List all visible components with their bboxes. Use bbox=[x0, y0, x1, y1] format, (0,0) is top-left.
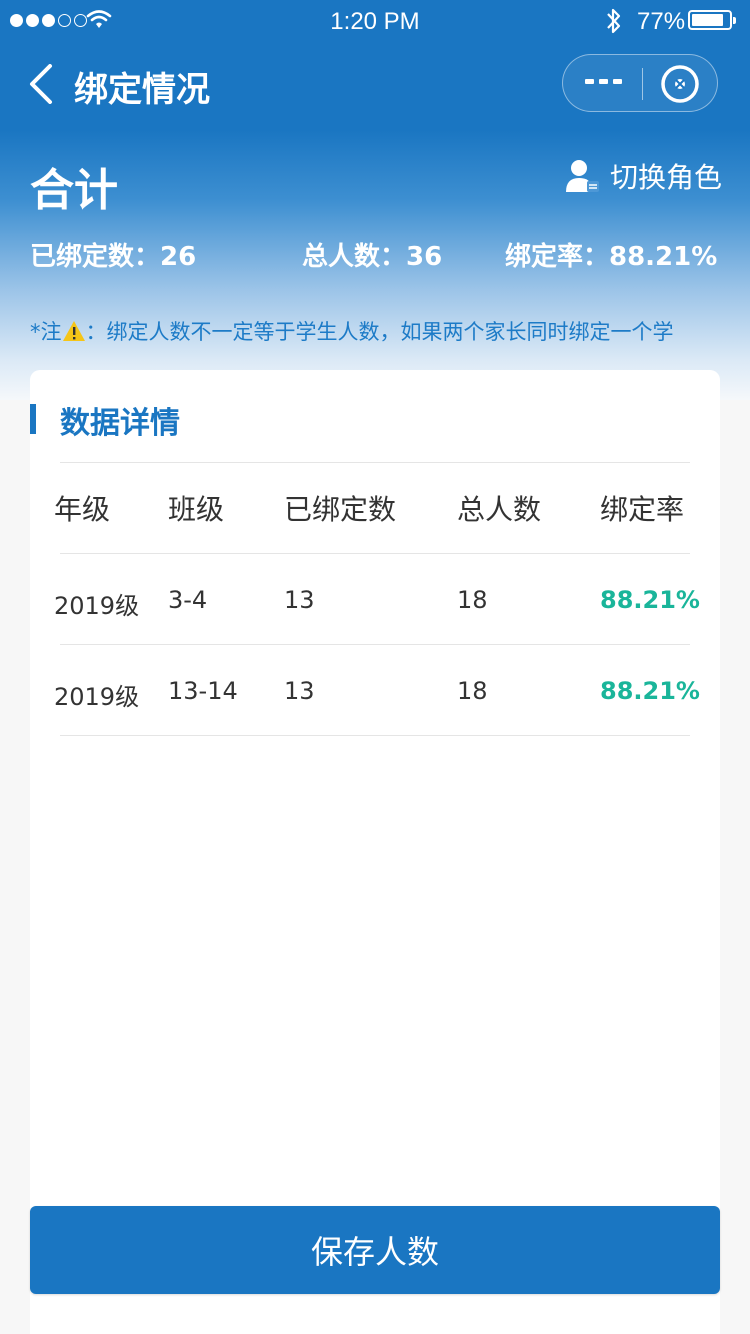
close-circle-icon[interactable] bbox=[659, 63, 701, 105]
cell-rate: 88.21% bbox=[600, 677, 700, 705]
summary-title: 合计 bbox=[30, 165, 118, 216]
divider bbox=[60, 462, 690, 463]
warning-icon bbox=[62, 321, 85, 341]
col-grade: 年级 bbox=[54, 493, 111, 526]
bluetooth-icon bbox=[607, 8, 621, 34]
divider bbox=[60, 644, 690, 645]
col-class: 班级 bbox=[168, 493, 225, 526]
cell-bound: 13 bbox=[284, 677, 315, 705]
divider bbox=[60, 553, 690, 554]
note-prefix: *注 bbox=[30, 320, 62, 344]
col-bound: 已绑定数 bbox=[284, 493, 397, 526]
col-total: 总人数 bbox=[457, 493, 542, 526]
back-arrow-icon[interactable] bbox=[28, 64, 54, 104]
cell-total: 18 bbox=[457, 586, 488, 614]
more-dots-icon[interactable] bbox=[585, 67, 623, 97]
detail-title: 数据详情 bbox=[60, 406, 180, 441]
cell-class: 13-14 bbox=[168, 677, 238, 705]
menu-capsule bbox=[562, 54, 718, 112]
switch-role-button[interactable]: 切换角色 bbox=[566, 156, 722, 196]
battery-percent: 77% bbox=[637, 8, 686, 35]
cell-total: 18 bbox=[457, 677, 488, 705]
page-title: 绑定情况 bbox=[74, 70, 210, 110]
battery-icon bbox=[688, 10, 736, 30]
note-body: ：绑定人数不一定等于学生人数，如果两个家长同时绑定一个学 bbox=[85, 320, 674, 344]
cell-grade: 2019级 bbox=[54, 592, 140, 620]
capsule-divider bbox=[642, 68, 643, 100]
cell-bound: 13 bbox=[284, 586, 315, 614]
bound-count: 已绑定数：26 bbox=[30, 242, 197, 272]
user-switch-icon bbox=[566, 160, 599, 192]
col-rate: 绑定率 bbox=[600, 493, 685, 526]
cell-grade: 2019级 bbox=[54, 683, 140, 711]
section-accent bbox=[30, 404, 36, 434]
note-text: *注 ：绑定人数不一定等于学生人数，如果两个家长同时绑定一个学 bbox=[30, 316, 750, 346]
cell-rate: 88.21% bbox=[600, 586, 700, 614]
total-count: 总人数：36 bbox=[302, 242, 443, 272]
detail-card: 数据详情 年级 班级 已绑定数 总人数 绑定率 2019级 3-4 13 18 … bbox=[30, 370, 720, 1334]
status-bar: 1:20 PM 77% bbox=[0, 0, 750, 44]
cell-class: 3-4 bbox=[168, 586, 208, 614]
switch-role-label: 切换角色 bbox=[610, 161, 723, 194]
divider bbox=[60, 735, 690, 736]
save-button[interactable]: 保存人数 bbox=[30, 1206, 720, 1294]
bind-rate: 绑定率：88.21% bbox=[505, 242, 718, 272]
